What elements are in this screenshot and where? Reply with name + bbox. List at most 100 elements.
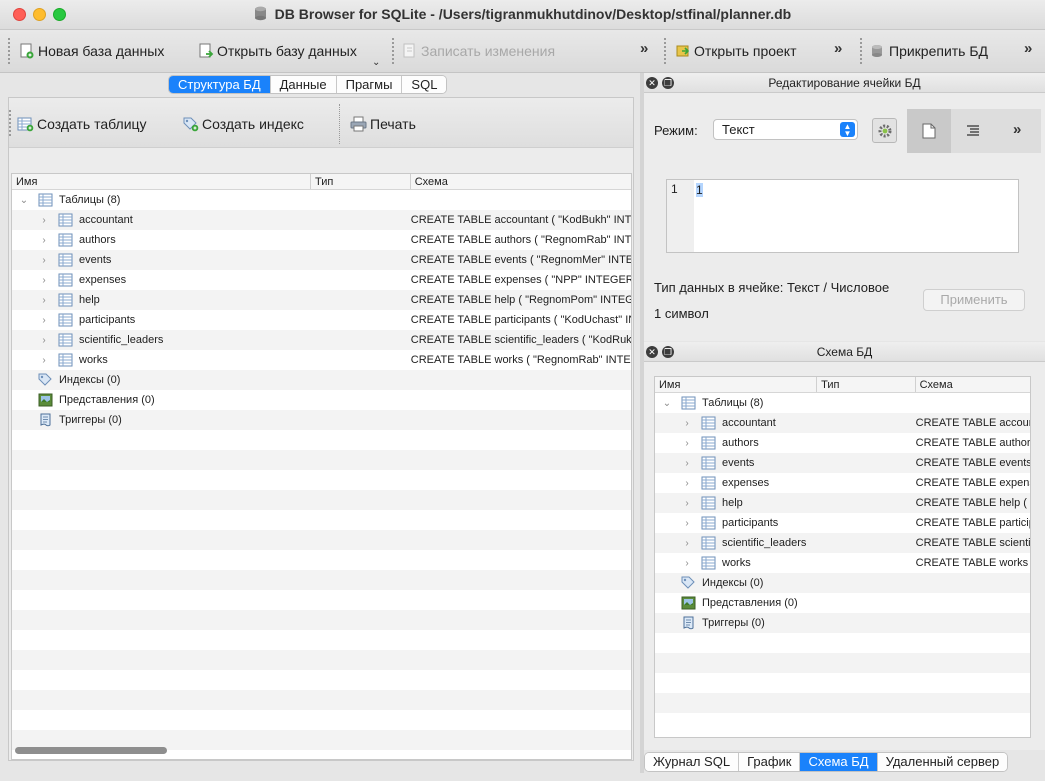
new-database-button[interactable]: Новая база данных bbox=[19, 41, 164, 61]
apply-button[interactable]: Применить bbox=[923, 289, 1025, 311]
cell-value-text: 1 bbox=[696, 183, 703, 197]
chevron-right-icon[interactable]: › bbox=[38, 275, 50, 286]
open-database-button[interactable]: Открыть базу данных bbox=[198, 41, 357, 61]
chevron-right-icon[interactable]: › bbox=[681, 558, 693, 569]
table-row[interactable]: › works CREATE TABLE works ( "RegnomRab" … bbox=[12, 350, 631, 370]
table-row[interactable]: ›authorsCREATE TABLE authors ( bbox=[655, 433, 1030, 453]
window-title: DB Browser for SQLite - /Users/tigranmuk… bbox=[274, 6, 792, 22]
tab-execute-sql[interactable]: SQL bbox=[402, 76, 447, 93]
table-row[interactable]: ›scientific_leadersCREATE TABLE scientif… bbox=[655, 533, 1030, 553]
chevron-right-icon[interactable]: › bbox=[681, 538, 693, 549]
table-row[interactable]: › expenses CREATE TABLE expenses ( "NPP" … bbox=[12, 270, 631, 290]
table-row[interactable]: ›participantsCREATE TABLE participants ( bbox=[655, 513, 1030, 533]
tab-sql-log[interactable]: Журнал SQL bbox=[645, 753, 740, 771]
chevron-right-icon[interactable]: › bbox=[38, 355, 50, 366]
table-row[interactable]: › participants CREATE TABLE participants … bbox=[12, 310, 631, 330]
create-index-button[interactable]: Создать индекс bbox=[182, 116, 304, 132]
line-number-gutter: 1 bbox=[667, 180, 694, 252]
format-overflow-icon[interactable]: » bbox=[1013, 121, 1022, 138]
tab-edit-pragmas[interactable]: Прагмы bbox=[336, 76, 403, 93]
cell-editor[interactable]: 1 1 bbox=[666, 179, 1019, 253]
column-header-type[interactable]: Тип bbox=[817, 377, 916, 392]
chevron-right-icon[interactable]: › bbox=[681, 418, 693, 429]
close-dock-icon[interactable]: ✕ bbox=[646, 77, 658, 89]
column-header-schema[interactable]: Схема bbox=[411, 174, 631, 189]
chevron-right-icon[interactable]: › bbox=[681, 438, 693, 449]
print-button[interactable]: Печать bbox=[350, 116, 416, 132]
table-icon bbox=[58, 313, 73, 327]
cell-data-type: Тип данных в ячейке: Текст / Числовое bbox=[654, 280, 890, 295]
new-database-icon bbox=[20, 43, 34, 59]
chevron-right-icon[interactable]: › bbox=[38, 255, 50, 266]
chevron-right-icon[interactable]: › bbox=[38, 295, 50, 306]
table-icon bbox=[58, 253, 73, 267]
indent-format-button[interactable] bbox=[951, 109, 995, 153]
toolbar-overflow-icon[interactable]: » bbox=[834, 40, 843, 57]
table-row[interactable]: › events CREATE TABLE events ( bbox=[655, 453, 1030, 473]
table-icon bbox=[58, 293, 73, 307]
chevron-right-icon[interactable]: › bbox=[38, 315, 50, 326]
word-wrap-button[interactable] bbox=[907, 109, 951, 153]
scrollbar-thumb[interactable] bbox=[15, 747, 167, 754]
table-row[interactable]: › scientific_leaders CREATE TABLE scienti… bbox=[12, 330, 631, 350]
chevron-right-icon[interactable]: › bbox=[38, 335, 50, 346]
tree-rows: ⌄ Таблицы (8) › accountant CREATE TABLE a… bbox=[12, 190, 631, 759]
table-icon bbox=[701, 436, 716, 450]
chevron-right-icon[interactable]: › bbox=[681, 518, 693, 529]
tree-row-views[interactable]: Представления (0) bbox=[12, 390, 631, 410]
chevron-down-icon[interactable]: ⌄ bbox=[661, 398, 673, 409]
tab-plot[interactable]: График bbox=[739, 753, 801, 771]
table-row[interactable]: › help CREATE TABLE help ( "RegnomPom" IN… bbox=[12, 290, 631, 310]
attach-database-button[interactable]: Прикрепить БД bbox=[870, 41, 988, 61]
tree-row-indexes[interactable]: Индексы (0) bbox=[655, 573, 1030, 593]
trigger-icon bbox=[40, 413, 51, 427]
tree-row-indexes[interactable]: Индексы (0) bbox=[12, 370, 631, 390]
tree-rows: ⌄ Таблицы (8) › accountant CREATE TABLE acc… bbox=[655, 393, 1030, 733]
table-row[interactable]: › authors CREATE TABLE authors ( "RegnomR… bbox=[12, 230, 631, 250]
open-database-dropdown-icon[interactable]: ⌄ bbox=[372, 57, 380, 68]
tab-browse-data[interactable]: Данные bbox=[270, 76, 337, 93]
tree-row-tables[interactable]: ⌄ Таблицы (8) bbox=[655, 393, 1030, 413]
create-table-button[interactable]: Создать таблицу bbox=[17, 116, 147, 132]
schema-tree: Имя Тип Схема ⌄ Таблицы (8) › accountant CR… bbox=[654, 376, 1031, 738]
column-header-type[interactable]: Тип bbox=[311, 174, 411, 189]
chevron-right-icon[interactable]: › bbox=[38, 215, 50, 226]
table-row[interactable]: › events CREATE TABLE events ( "RegnomMer… bbox=[12, 250, 631, 270]
column-header-name[interactable]: Имя bbox=[12, 174, 312, 189]
write-changes-button[interactable]: Записать изменения bbox=[402, 41, 555, 61]
tree-header: Имя Тип Схема bbox=[655, 377, 1030, 393]
close-dock-icon[interactable]: ✕ bbox=[646, 346, 658, 358]
tab-database-structure[interactable]: Структура БД bbox=[169, 76, 271, 93]
float-dock-icon[interactable]: ❐ bbox=[662, 77, 674, 89]
horizontal-scrollbar[interactable] bbox=[15, 747, 631, 755]
table-row[interactable]: ›accountantCREATE TABLE accountant ( bbox=[655, 413, 1030, 433]
column-header-name[interactable]: Имя bbox=[655, 377, 818, 392]
table-row[interactable]: › works CREATE TABLE works ( bbox=[655, 553, 1030, 573]
float-dock-icon[interactable]: ❐ bbox=[662, 346, 674, 358]
tree-row-triggers[interactable]: Триггеры (0) bbox=[655, 613, 1030, 633]
mode-select[interactable]: Текст ▲ ▼ bbox=[713, 119, 858, 140]
auto-switch-mode-button[interactable] bbox=[872, 118, 897, 143]
table-row[interactable]: ›expensesCREATE TABLE expenses ( bbox=[655, 473, 1030, 493]
toolbar-overflow-icon[interactable]: » bbox=[1024, 40, 1033, 57]
chevron-right-icon[interactable]: › bbox=[38, 235, 50, 246]
toolbar-overflow-icon[interactable]: » bbox=[640, 40, 649, 57]
index-icon bbox=[681, 576, 695, 589]
column-header-schema[interactable]: Схема bbox=[916, 377, 1030, 392]
database-icon bbox=[254, 6, 266, 21]
chevron-down-icon[interactable]: ⌄ bbox=[18, 195, 30, 206]
table-icon bbox=[701, 516, 716, 530]
tree-row-tables[interactable]: ⌄ Таблицы (8) bbox=[12, 190, 631, 210]
chevron-right-icon[interactable]: › bbox=[681, 498, 693, 509]
tab-db-schema[interactable]: Схема БД bbox=[800, 753, 878, 771]
chevron-right-icon[interactable]: › bbox=[681, 458, 693, 469]
document-icon bbox=[922, 123, 936, 139]
tab-remote[interactable]: Удаленный сервер bbox=[877, 753, 1008, 771]
open-project-button[interactable]: Открыть проект bbox=[675, 41, 797, 61]
write-changes-icon bbox=[403, 43, 415, 58]
tree-row-views[interactable]: Представления (0) bbox=[655, 593, 1030, 613]
table-row[interactable]: › help CREATE TABLE help ( " bbox=[655, 493, 1030, 513]
chevron-right-icon[interactable]: › bbox=[681, 478, 693, 489]
tree-row-triggers[interactable]: Триггеры (0) bbox=[12, 410, 631, 430]
table-row[interactable]: › accountant CREATE TABLE accountant ( "K… bbox=[12, 210, 631, 230]
